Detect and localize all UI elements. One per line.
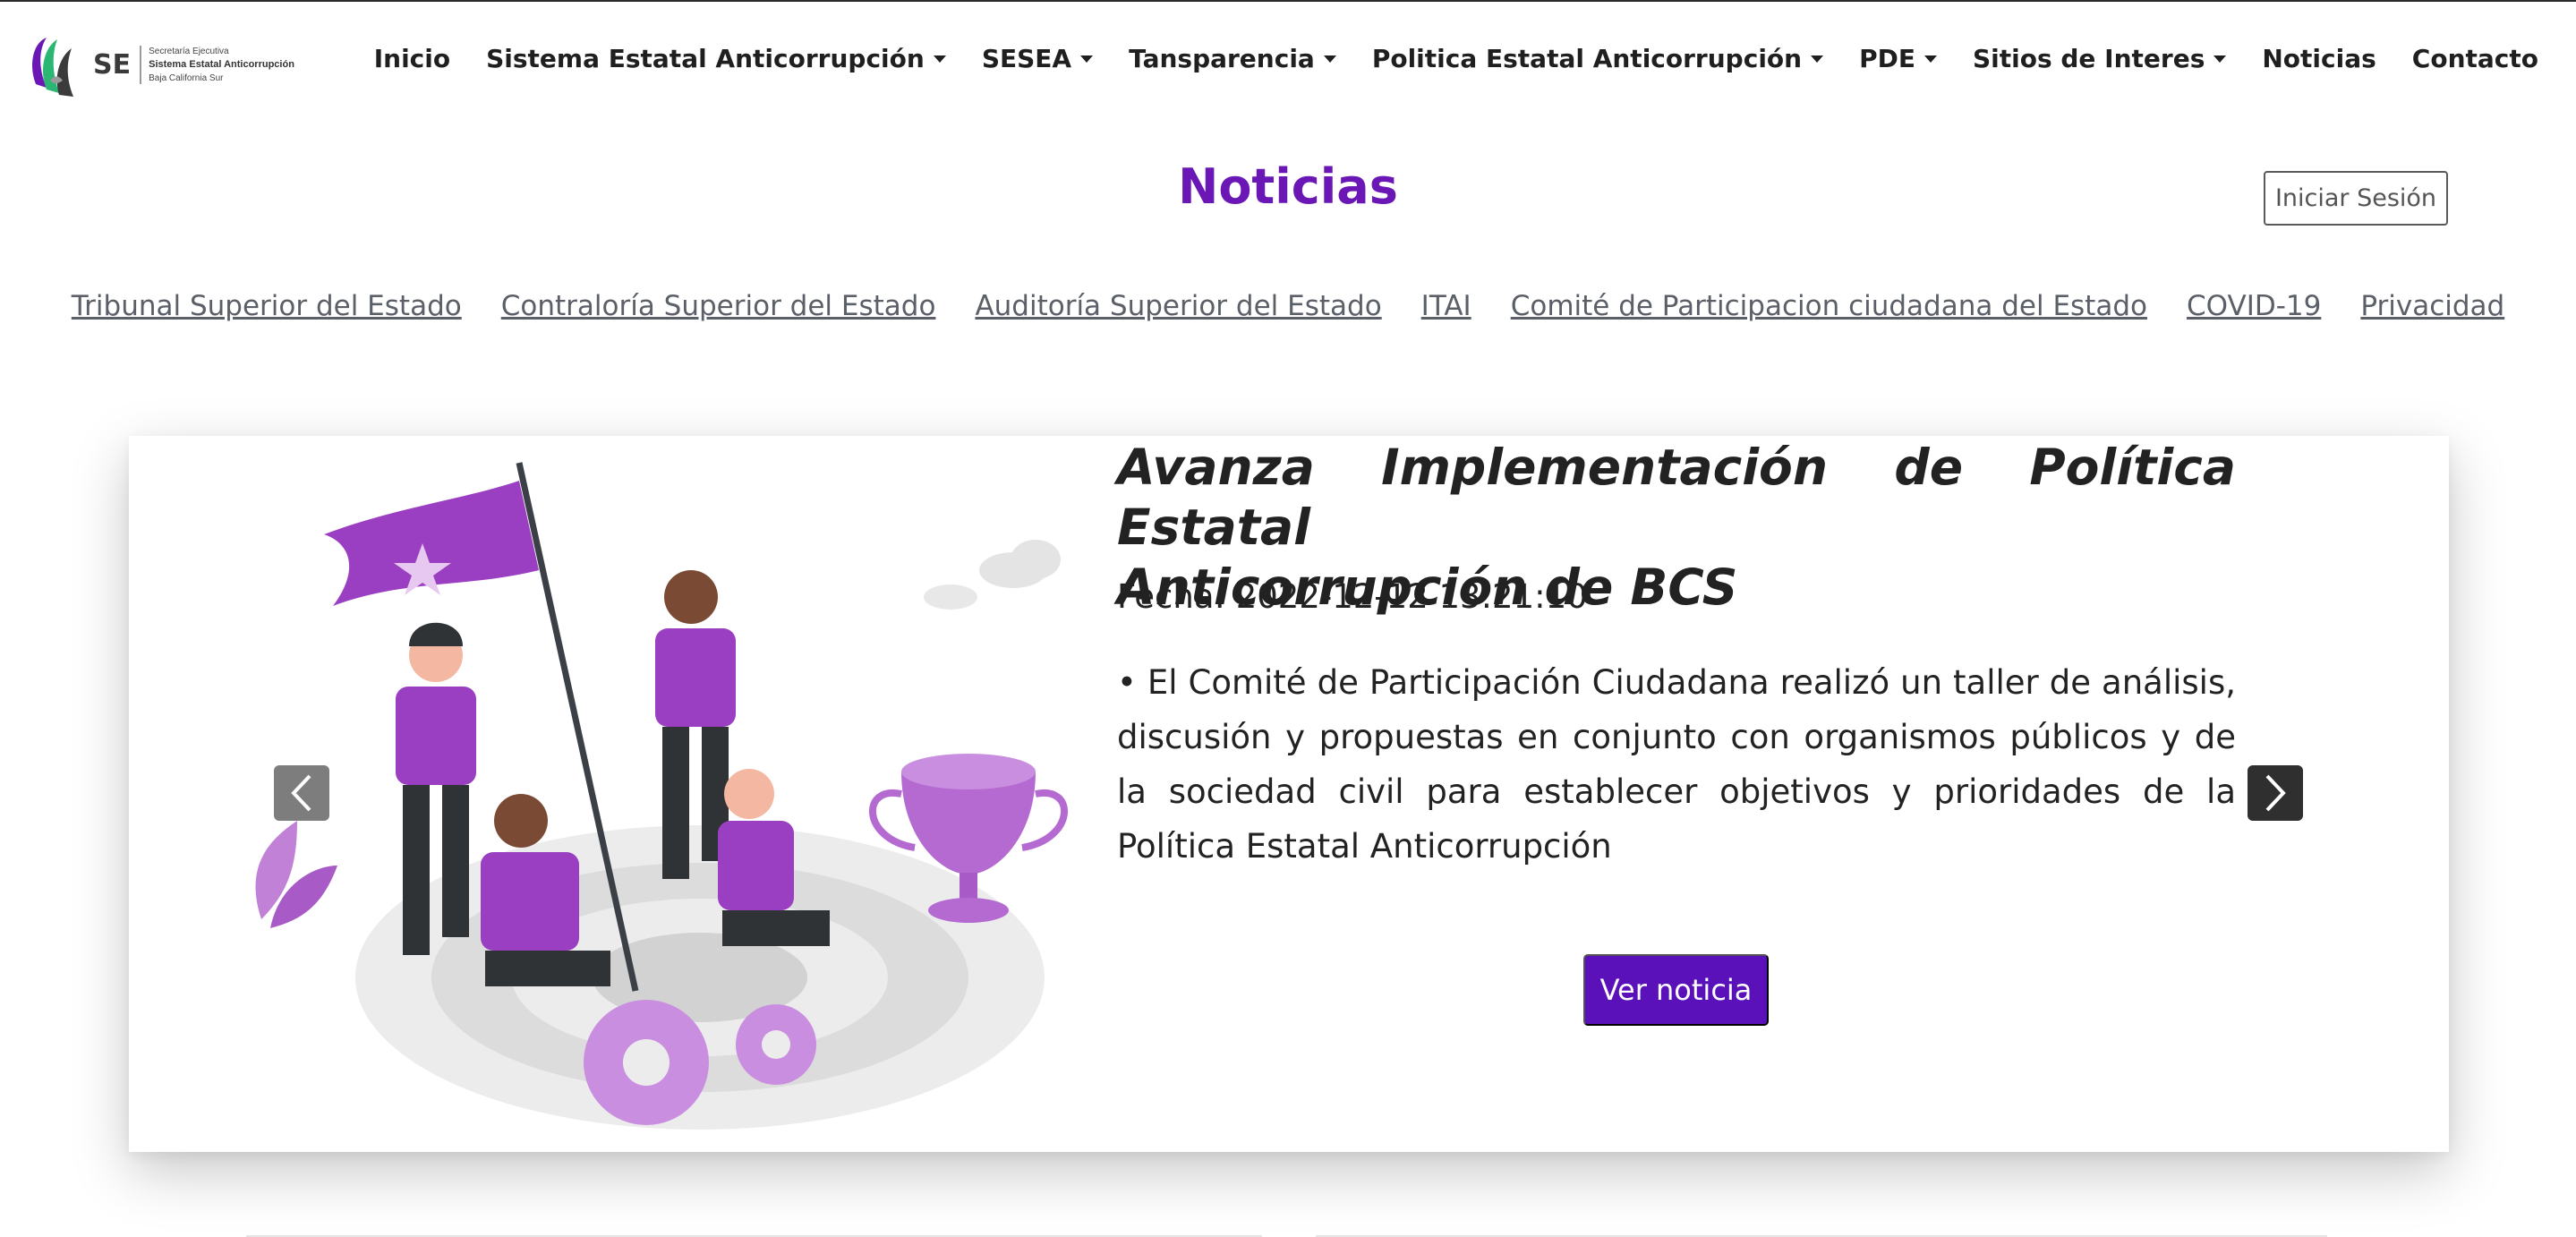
chevron-right-icon xyxy=(2265,774,2286,812)
carousel-next-button[interactable] xyxy=(2248,765,2303,821)
link-auditoria[interactable]: Auditoría Superior del Estado xyxy=(975,290,1381,322)
nav-label: Tansparencia xyxy=(1129,44,1315,73)
nav-label: SESEA xyxy=(981,44,1072,73)
link-itai[interactable]: ITAI xyxy=(1421,290,1471,322)
link-privacidad[interactable]: Privacidad xyxy=(2360,290,2504,322)
nav-item-sistema-estatal[interactable]: Sistema Estatal Anticorrupción xyxy=(468,39,964,78)
caret-down-icon xyxy=(2213,55,2227,63)
link-tribunal[interactable]: Tribunal Superior del Estado xyxy=(72,290,462,322)
caret-down-icon xyxy=(1080,55,1094,63)
teamwork-illustration xyxy=(255,462,1069,1130)
caret-down-icon xyxy=(1811,55,1824,63)
nav-label: Inicio xyxy=(373,44,451,73)
news-carousel: Avanza Implementación de Política Estata… xyxy=(129,436,2449,1152)
brand-text: Secretaría Ejecutiva Sistema Estatal Ant… xyxy=(140,45,294,84)
news-title-line-1: Avanza Implementación de Política Estata… xyxy=(1117,439,2236,556)
nav-item-sitios[interactable]: Sitios de Interes xyxy=(1955,39,2244,78)
page-title: Noticias xyxy=(1178,158,1398,215)
brand-line-2: Sistema Estatal Anticorrupción xyxy=(149,58,294,70)
caret-down-icon xyxy=(933,55,946,63)
nav-item-pde[interactable]: PDE xyxy=(1841,39,1955,78)
caret-down-icon xyxy=(1323,55,1336,63)
nav-label: Noticias xyxy=(2262,44,2376,73)
nav-item-noticias[interactable]: Noticias xyxy=(2244,39,2393,78)
brand-line-1: Secretaría Ejecutiva xyxy=(149,46,229,56)
read-news-button[interactable]: Ver noticia xyxy=(1583,954,1769,1026)
caret-down-icon xyxy=(1923,55,1937,63)
brand-line-3: Baja California Sur xyxy=(149,73,224,83)
brand-logo[interactable]: SE Secretaría Ejecutiva Sistema Estatal … xyxy=(27,29,294,100)
carousel-prev-button[interactable] xyxy=(274,765,329,821)
navbar: SE Secretaría Ejecutiva Sistema Estatal … xyxy=(0,2,2576,118)
external-links: Tribunal Superior del Estado Contraloría… xyxy=(0,290,2576,322)
nav-item-sesea[interactable]: SESEA xyxy=(964,39,1111,78)
nav-item-inicio[interactable]: Inicio xyxy=(356,39,468,78)
nav-label: Politica Estatal Anticorrupción xyxy=(1371,44,1803,73)
login-button[interactable]: Iniciar Sesión xyxy=(2264,171,2448,226)
nav-item-politica[interactable]: Politica Estatal Anticorrupción xyxy=(1354,39,1841,78)
chevron-left-icon xyxy=(291,774,311,812)
nav-label: Sitios de Interes xyxy=(1972,44,2205,73)
nav-label: PDE xyxy=(1859,44,1915,73)
news-date: Fecha: 2022-12-12 13:21:10 xyxy=(1117,577,1588,616)
link-contraloria[interactable]: Contraloría Superior del Estado xyxy=(501,290,936,322)
link-covid[interactable]: COVID-19 xyxy=(2187,290,2321,322)
brand-abbr: SE xyxy=(93,48,132,81)
nav-label: Sistema Estatal Anticorrupción xyxy=(486,44,925,73)
news-summary: • El Comité de Participación Ciudadana r… xyxy=(1117,663,2236,866)
brand-logo-icon xyxy=(32,38,73,97)
main-nav: Inicio Sistema Estatal Anticorrupción SE… xyxy=(356,39,2556,78)
nav-item-contacto[interactable]: Contacto xyxy=(2394,39,2556,78)
link-comite[interactable]: Comité de Participacion ciudadana del Es… xyxy=(1511,290,2147,322)
nav-item-transparencia[interactable]: Tansparencia xyxy=(1111,39,1354,78)
nav-label: Contacto xyxy=(2411,44,2538,73)
